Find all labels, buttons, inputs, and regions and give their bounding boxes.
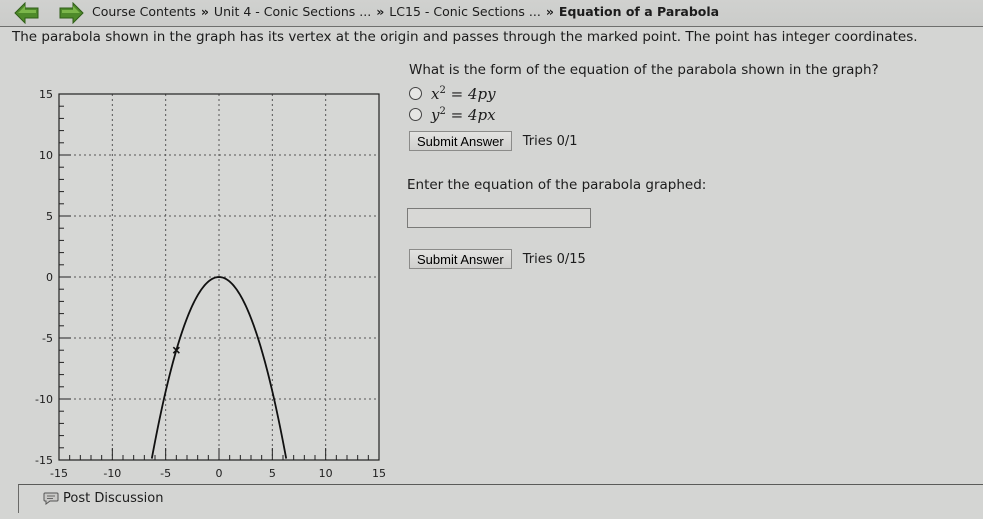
- breadcrumb-separator: »: [200, 4, 209, 19]
- parabola-graph: -15 -10 -5 0 5 10 15 15 10 5 0 -5 -10 -15: [24, 80, 394, 486]
- left-arrow-icon[interactable]: [14, 2, 40, 24]
- tries-counter-2: Tries 0/15: [522, 251, 586, 267]
- x-tick-label: 15: [372, 467, 386, 480]
- x-tick-label: -10: [103, 467, 121, 480]
- breadcrumb-unit[interactable]: Unit 4 - Conic Sections ...: [214, 4, 371, 19]
- breadcrumb-separator: »: [376, 4, 385, 19]
- breadcrumb-current: Equation of a Parabola: [558, 4, 720, 19]
- tries-counter-1: Tries 0/1: [522, 133, 578, 149]
- discussion-bar: Post Discussion: [18, 484, 983, 513]
- breadcrumb-course-contents[interactable]: Course Contents: [92, 4, 196, 19]
- submit-answer-button-1[interactable]: Submit Answer: [409, 131, 512, 151]
- graph-canvas: -15 -10 -5 0 5 10 15 15 10 5 0 -5 -10 -15: [35, 88, 386, 480]
- post-discussion-link[interactable]: Post Discussion: [43, 491, 163, 506]
- radio-button[interactable]: [409, 87, 422, 100]
- problem-statement: The parabola shown in the graph has its …: [12, 29, 918, 45]
- radio-button[interactable]: [409, 108, 422, 121]
- y-tick-label: -10: [35, 393, 53, 406]
- choice-equation: y2 = 4px: [431, 106, 496, 124]
- x-tick-label: -15: [50, 467, 68, 480]
- math-rhs: = 4py: [445, 84, 496, 103]
- breadcrumb: Course Contents » Unit 4 - Conic Sections …: [92, 4, 719, 19]
- breadcrumb-separator: »: [545, 4, 554, 19]
- x-tick-label: 5: [269, 467, 276, 480]
- right-arrow-icon[interactable]: [58, 2, 84, 24]
- y-tick-label: -5: [42, 332, 53, 345]
- math-rhs: = 4px: [445, 105, 496, 124]
- speech-bubble-icon: [43, 492, 59, 505]
- post-discussion-label: Post Discussion: [63, 491, 164, 506]
- y-tick-label: -15: [35, 454, 53, 467]
- choice-y2-4px[interactable]: y2 = 4px: [409, 104, 967, 125]
- question-1-prompt: What is the form of the equation of the …: [409, 62, 879, 78]
- equation-answer-input[interactable]: [407, 208, 591, 228]
- navigation-bar: Course Contents » Unit 4 - Conic Sections …: [0, 0, 983, 27]
- y-tick-label: 5: [46, 210, 53, 223]
- y-tick-label: 10: [39, 149, 53, 162]
- x-tick-label: 10: [319, 467, 333, 480]
- y-tick-label: 0: [46, 271, 53, 284]
- question-2-prompt: Enter the equation of the parabola graph…: [407, 177, 707, 193]
- choice-equation: x2 = 4py: [431, 85, 496, 103]
- choice-x2-4py[interactable]: x2 = 4py: [409, 83, 967, 104]
- x-tick-label: 0: [216, 467, 223, 480]
- submit-answer-button-2[interactable]: Submit Answer: [409, 249, 512, 269]
- breadcrumb-lesson[interactable]: LC15 - Conic Sections ...: [389, 4, 541, 19]
- y-tick-label: 15: [39, 88, 53, 101]
- x-tick-label: -5: [160, 467, 171, 480]
- question-1: What is the form of the equation of the …: [407, 60, 967, 151]
